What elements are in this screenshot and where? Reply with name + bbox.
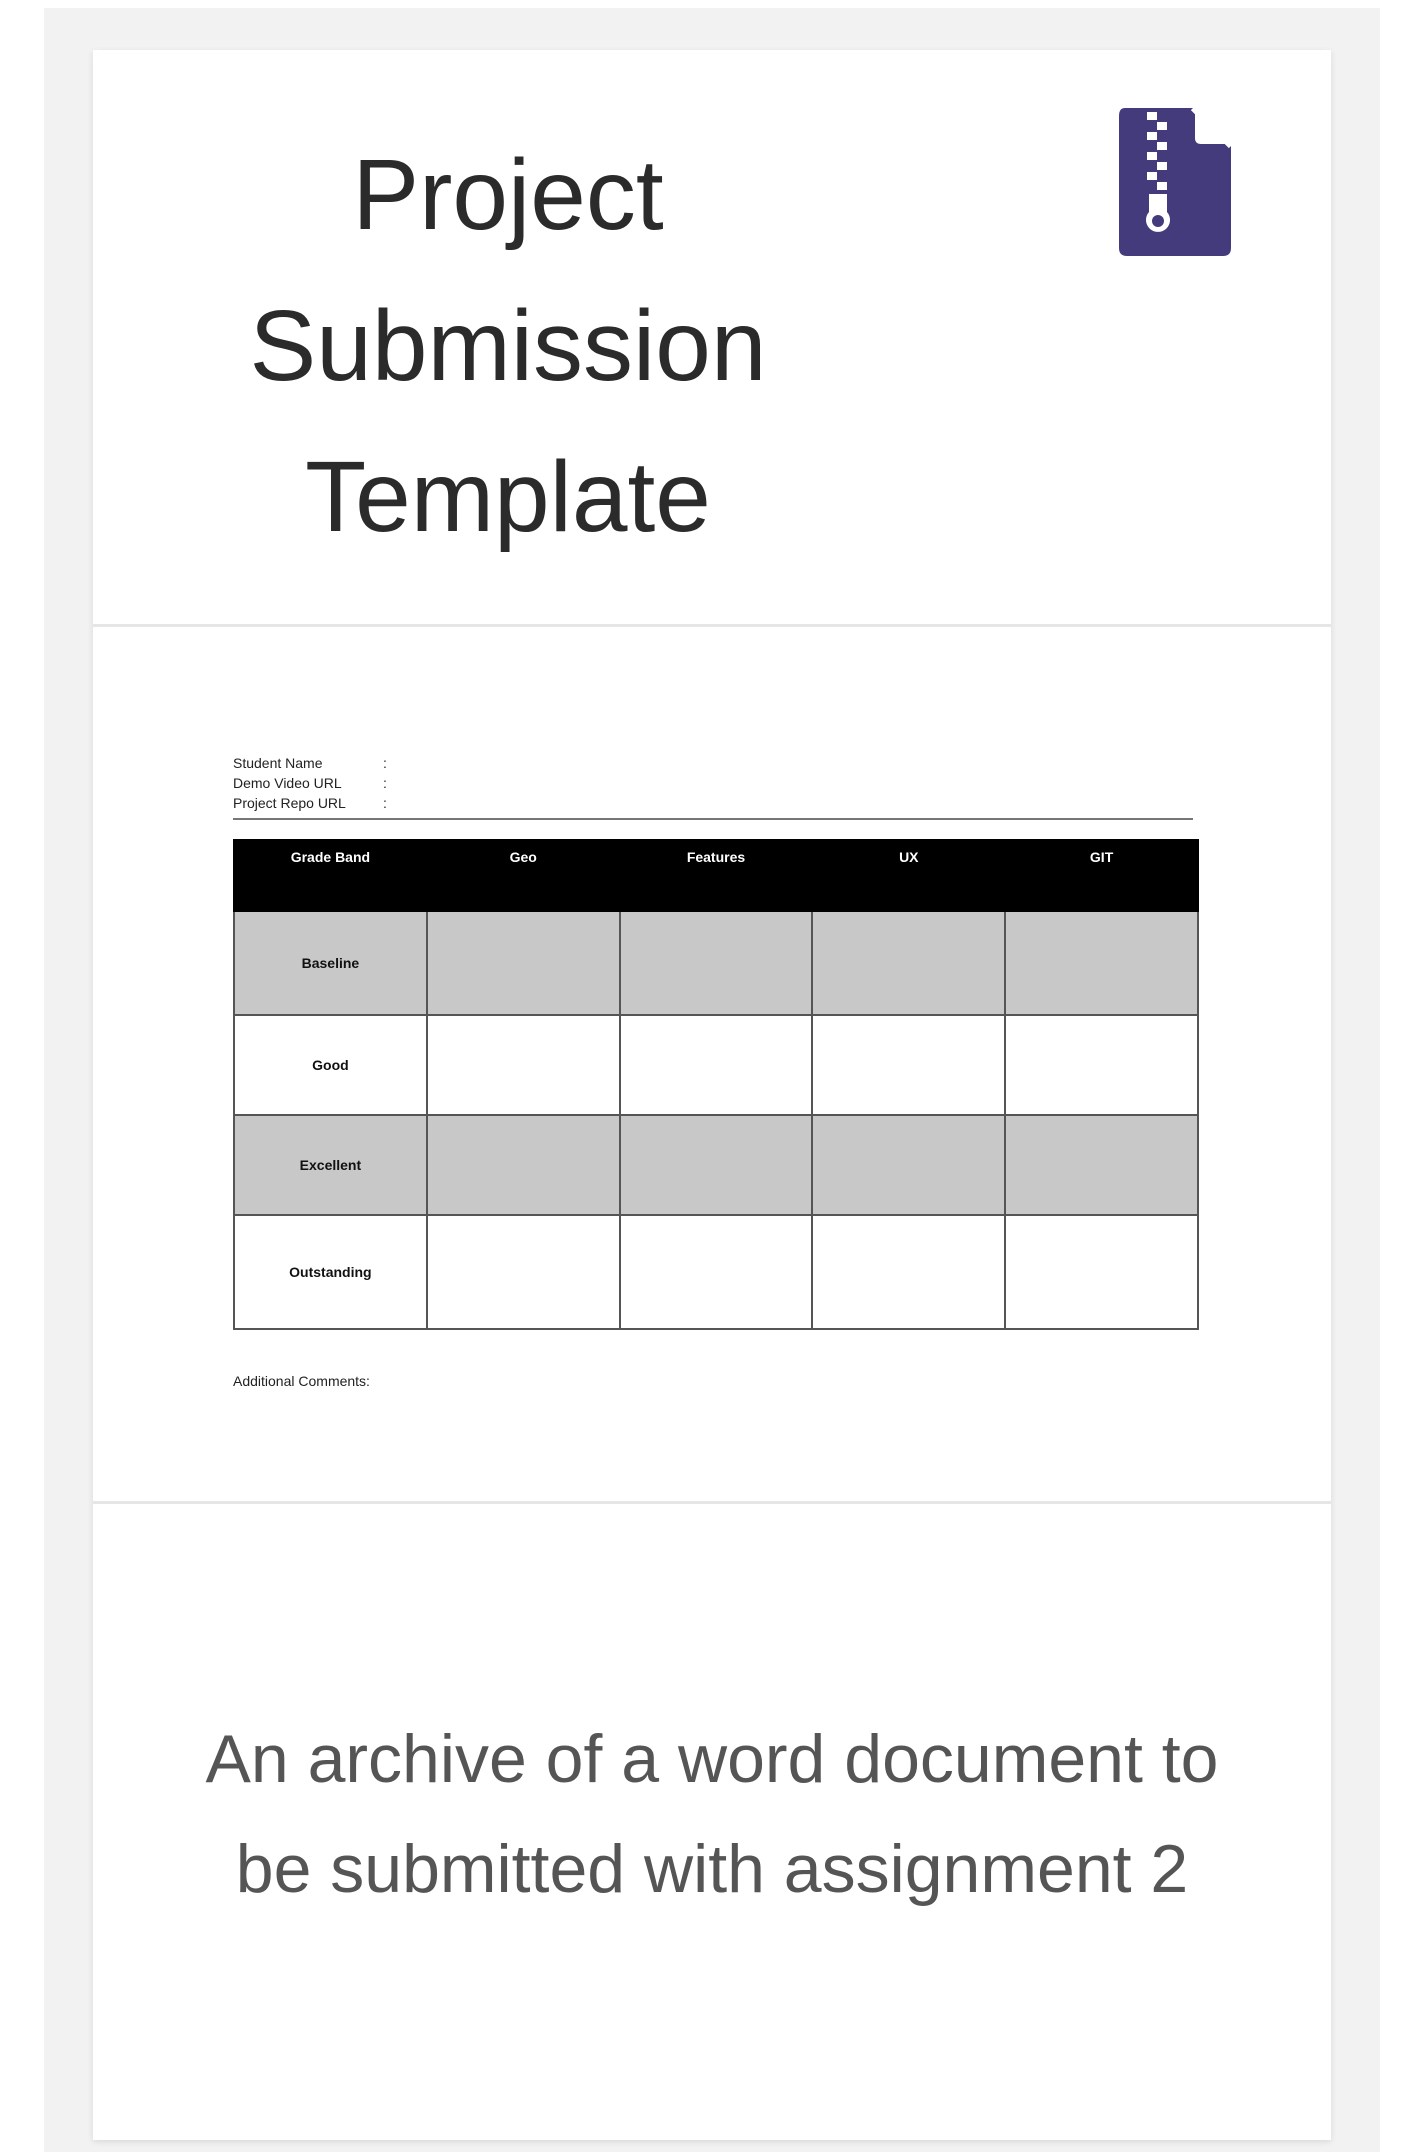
table-cell [811,910,1007,1016]
field-separator: : [383,775,387,791]
table-cell [811,1214,1007,1330]
table-row: Excellent [233,1114,1199,1216]
row-label: Baseline [233,910,428,1016]
row-label: Excellent [233,1114,428,1216]
field-row: Demo Video URL: [233,773,387,793]
table-row: Baseline [233,910,1199,1016]
table-cell [618,1214,814,1330]
table-cell [618,1014,814,1116]
table-cell [1004,1214,1199,1330]
row-label: Outstanding [233,1214,428,1330]
comments-label: Additional Comments: [233,1373,370,1389]
column-header: Geo [425,839,621,912]
description-text: An archive of a word document to be subm… [205,1721,1219,1907]
table-cell [425,1114,621,1216]
document-thumbnail: Student Name: Demo Video URL: Project Re… [193,727,1223,1407]
card-header: Project Submission Template [93,50,1331,627]
table-cell [1004,1014,1199,1116]
field-separator: : [383,755,387,771]
column-header: Features [618,839,814,912]
row-label: Good [233,1014,428,1116]
table-cell [811,1014,1007,1116]
zip-file-icon[interactable] [1119,108,1231,256]
table-cell [1004,910,1199,1016]
field-row: Student Name: [233,753,387,773]
table-cell [425,910,621,1016]
table-header-row: Grade Band Geo Features UX GIT [233,839,1199,912]
table-cell [811,1114,1007,1216]
table-cell [425,1014,621,1116]
table-cell [1004,1114,1199,1216]
field-separator: : [383,795,387,811]
card-description: An archive of a word document to be subm… [93,1504,1331,2140]
table-cell [618,1114,814,1216]
document-preview[interactable]: Student Name: Demo Video URL: Project Re… [93,627,1331,1504]
table-row: Outstanding [233,1214,1199,1330]
column-header: Grade Band [233,839,428,912]
table-cell [425,1214,621,1330]
grading-table: Grade Band Geo Features UX GIT Baseline … [233,839,1199,1330]
column-header: UX [811,839,1007,912]
document-fields: Student Name: Demo Video URL: Project Re… [233,753,387,813]
table-row: Good [233,1014,1199,1116]
field-label: Student Name [233,755,323,771]
field-row: Project Repo URL: [233,793,387,813]
column-header: GIT [1004,839,1199,912]
field-label: Project Repo URL [233,795,346,811]
document-divider [233,818,1193,820]
resource-card[interactable]: Project Submission Template Student Name… [93,50,1331,2140]
field-label: Demo Video URL [233,775,342,791]
table-cell [618,910,814,1016]
card-title: Project Submission Template [249,139,767,553]
